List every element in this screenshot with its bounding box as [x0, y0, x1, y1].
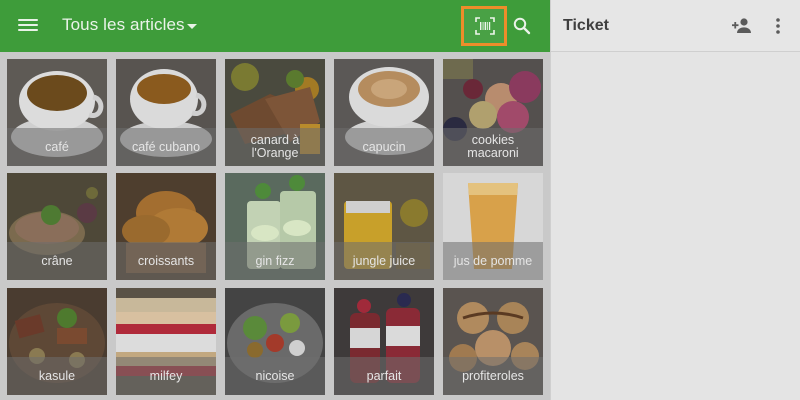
item-tile[interactable]: gin fizz [225, 173, 325, 280]
item-label: cookies macaroni [467, 133, 519, 160]
items-pane: Tous les articles café café cubano canar… [0, 0, 550, 400]
item-label: kasule [38, 368, 76, 383]
category-selector[interactable]: Tous les articles [62, 15, 185, 35]
item-tile[interactable]: capucin [334, 59, 434, 166]
item-label: croissants [137, 253, 195, 268]
more-vertical-icon[interactable] [773, 16, 783, 36]
hamburger-menu-icon[interactable] [18, 16, 38, 36]
item-label: canard à l'Orange [250, 133, 300, 160]
ticket-header: Ticket [551, 0, 800, 52]
item-label: profiteroles [462, 368, 524, 383]
ticket-pane: Ticket [550, 0, 800, 400]
items-grid: café café cubano canard à l'Orange capucin c… [7, 59, 543, 400]
item-tile[interactable]: crâne [7, 173, 107, 280]
item-label: café [45, 139, 69, 154]
add-person-icon[interactable] [731, 16, 753, 36]
barcode-scan-button[interactable] [461, 6, 507, 46]
item-tile[interactable]: jus de pomme [443, 173, 543, 280]
item-label: capucin [362, 139, 406, 154]
search-icon[interactable] [512, 16, 532, 36]
item-tile[interactable]: jungle juice [334, 173, 434, 280]
item-tile[interactable]: parfait [334, 288, 434, 395]
barcode-scan-icon [475, 17, 495, 35]
item-label: nicoise [255, 368, 295, 383]
item-label: parfait [366, 368, 402, 383]
top-app-bar: Tous les articles [0, 0, 550, 52]
item-tile[interactable]: croissants [116, 173, 216, 280]
item-label: jus de pomme [453, 253, 533, 268]
item-tile[interactable]: canard à l'Orange [225, 59, 325, 166]
item-tile[interactable]: cookies macaroni [443, 59, 543, 166]
item-label: café cubano [131, 139, 201, 154]
item-tile[interactable]: café [7, 59, 107, 166]
item-label: jungle juice [352, 253, 416, 268]
item-label: gin fizz [255, 253, 295, 268]
item-tile[interactable]: milfey [116, 288, 216, 395]
ticket-title: Ticket [563, 17, 609, 34]
item-label: milfey [149, 368, 183, 383]
item-tile[interactable]: profiteroles [443, 288, 543, 395]
item-tile[interactable]: kasule [7, 288, 107, 395]
item-tile[interactable]: café cubano [116, 59, 216, 166]
caret-down-icon[interactable] [187, 24, 197, 29]
item-tile[interactable]: nicoise [225, 288, 325, 395]
item-label: crâne [41, 253, 73, 268]
app-window: Tous les articles café café cubano canar… [0, 0, 800, 400]
